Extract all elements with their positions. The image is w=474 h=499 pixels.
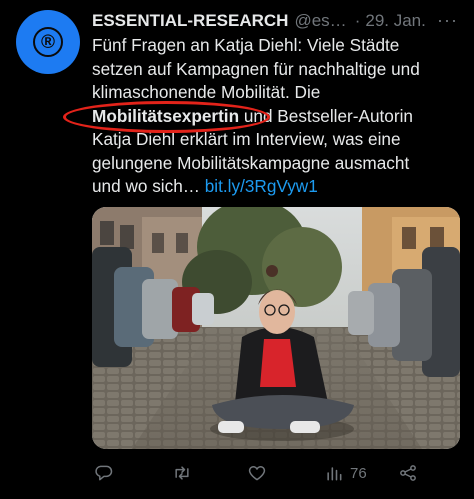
views-chart-icon xyxy=(327,467,342,481)
separator-dot: · xyxy=(354,11,361,30)
retweet-button[interactable] xyxy=(172,460,192,486)
highlight-ellipse xyxy=(63,101,270,133)
avatar[interactable]: ® xyxy=(16,10,80,74)
heart-icon xyxy=(248,466,266,481)
tweet-header: ESSENTIAL-RESEARCH @es… · 29. Jan. ··· xyxy=(92,10,464,32)
photo-image xyxy=(92,207,460,449)
tweet-date[interactable]: 29. Jan. xyxy=(365,11,426,31)
retweet-icon xyxy=(175,466,189,480)
tweet-text-line: Fünf Fragen an Katja Diehl: Viele Städte xyxy=(92,35,400,55)
more-options-icon[interactable]: ··· xyxy=(437,10,458,31)
tweet-actions-bar: 76 xyxy=(92,460,432,486)
registered-icon: ® xyxy=(33,27,63,57)
tweet-text-fragment: und wo sich… xyxy=(92,176,205,196)
like-button[interactable] xyxy=(247,460,267,486)
account-handle[interactable]: @es… xyxy=(294,11,346,31)
account-name[interactable]: ESSENTIAL-RESEARCH xyxy=(92,11,288,31)
views-count: 76 xyxy=(350,464,367,482)
tweet-text-line: gelungene Mobilitätskampagne ausmacht xyxy=(92,152,410,173)
tweet-link[interactable]: bit.ly/3RgVyw1 xyxy=(205,176,318,196)
tweet-text-line: und wo sich… bit.ly/3RgVyw1 xyxy=(92,175,462,199)
tweet-photo[interactable] xyxy=(92,207,460,449)
reply-icon xyxy=(95,465,113,481)
reply-button[interactable] xyxy=(94,460,114,486)
tweet-text-line: setzen auf Kampagnen für nachhaltige und xyxy=(92,58,420,79)
share-icon xyxy=(400,465,416,481)
views-button[interactable]: 76 xyxy=(324,460,367,486)
share-button[interactable] xyxy=(398,460,418,486)
